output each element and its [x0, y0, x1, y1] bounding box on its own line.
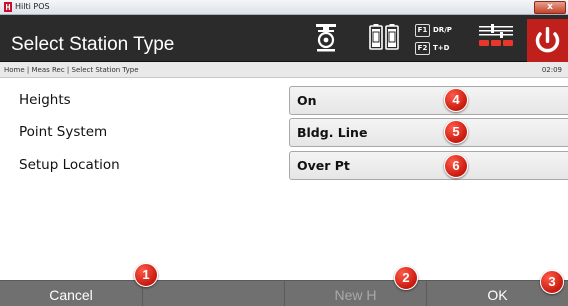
callout-4: 4	[444, 88, 468, 112]
setup-location-label: Setup Location	[19, 157, 120, 173]
cancel-button[interactable]: Cancel	[0, 281, 142, 306]
callout-2: 2	[394, 266, 418, 290]
clock: 02:09	[541, 66, 562, 74]
face-indicator-icon: F1 DR/P F2 T+D	[415, 21, 455, 59]
power-button[interactable]	[527, 19, 568, 62]
heights-label: Heights	[19, 92, 71, 108]
bottom-toolbar: Cancel New H OK	[0, 280, 568, 306]
callout-6: 6	[444, 154, 468, 178]
point-system-field[interactable]: Bldg. Line	[289, 118, 568, 147]
settings-icon[interactable]	[478, 23, 514, 53]
point-system-label: Point System	[19, 124, 108, 140]
app-window: Hilti POS x Select Station Type F1 DR/P	[0, 0, 568, 306]
window-title-bar: Hilti POS x	[0, 0, 568, 15]
callout-3: 3	[540, 270, 564, 294]
callout-5: 5	[444, 120, 468, 144]
power-icon	[535, 27, 560, 53]
setup-location-field[interactable]: Over Pt	[289, 151, 568, 180]
battery-icon	[369, 24, 399, 50]
app-header: Select Station Type F1 DR/P F2 T+D	[0, 15, 568, 62]
breadcrumb-path[interactable]: Home | Meas Rec | Select Station Type	[4, 64, 139, 76]
page-title: Select Station Type	[11, 34, 175, 55]
f1-text: DR/P	[433, 26, 452, 34]
setup-location-value: Over Pt	[297, 158, 350, 173]
heights-value: On	[297, 93, 317, 108]
f2-key: F2	[415, 42, 430, 55]
hilti-logo-icon	[4, 2, 12, 12]
prism-target-icon[interactable]	[314, 23, 338, 53]
window-title: Hilti POS	[15, 2, 50, 11]
f2-text: T+D	[433, 44, 450, 52]
f1-key: F1	[415, 24, 430, 37]
point-system-value: Bldg. Line	[297, 125, 368, 140]
form-area: Heights On 4 Point System Bldg. Line 5 S…	[0, 78, 568, 280]
heights-field[interactable]: On	[289, 86, 568, 115]
callout-1: 1	[134, 263, 158, 287]
window-close-button[interactable]: x	[534, 1, 566, 14]
breadcrumb: Home | Meas Rec | Select Station Type 02…	[0, 62, 568, 78]
blank-softkey[interactable]	[143, 281, 284, 306]
